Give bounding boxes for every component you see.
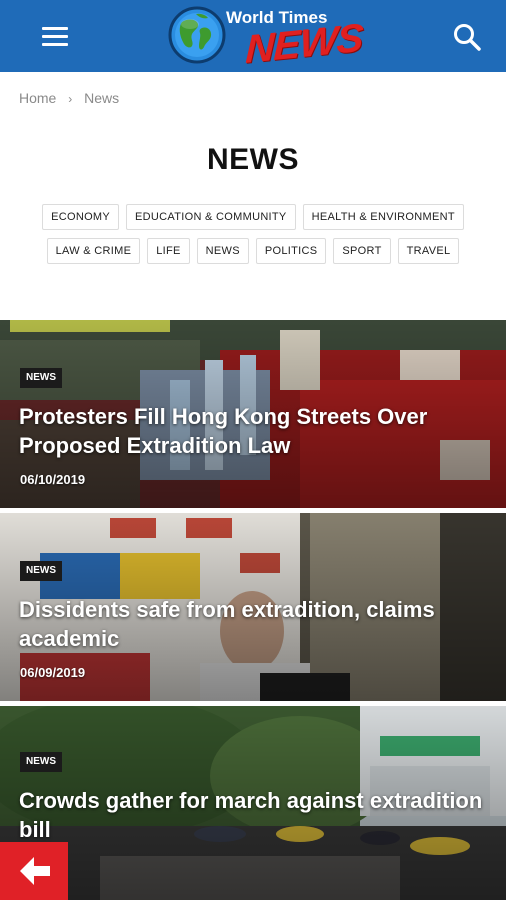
article-headline[interactable]: Crowds gather for march against extradit… (19, 786, 489, 844)
search-button[interactable] (450, 20, 484, 54)
back-button[interactable] (0, 842, 68, 900)
article-category-badge: NEWS (20, 561, 62, 581)
article-card[interactable]: NEWS Crowds gather for march against ext… (0, 706, 506, 900)
arrow-left-icon (20, 857, 50, 885)
top-app-bar: World Times NEWS (0, 0, 506, 72)
breadcrumb-separator-icon: › (68, 92, 73, 106)
article-headline[interactable]: Protesters Fill Hong Kong Streets Over P… (19, 402, 489, 460)
article-card[interactable]: NEWS Dissidents safe from extradition, c… (0, 513, 506, 701)
article-card[interactable]: NEWS Protesters Fill Hong Kong Streets O… (0, 320, 506, 508)
article-category-badge: NEWS (20, 752, 62, 772)
category-chip-politics[interactable]: POLITICS (255, 238, 327, 264)
category-chip-law-crime[interactable]: LAW & CRIME (46, 238, 141, 264)
category-chip-health-environment[interactable]: HEALTH & ENVIRONMENT (302, 204, 464, 230)
hamburger-menu-button[interactable] (38, 22, 72, 50)
article-date: 06/10/2019 (20, 472, 86, 487)
breadcrumb-current: News (84, 90, 120, 106)
category-chips-row-1: ECONOMY EDUCATION & COMMUNITY HEALTH & E… (0, 204, 506, 230)
search-icon (454, 24, 481, 51)
category-chip-travel[interactable]: TRAVEL (397, 238, 460, 264)
globe-icon (168, 6, 226, 64)
site-logo[interactable]: World Times NEWS (168, 4, 363, 72)
breadcrumb: Home › News (19, 90, 119, 106)
article-category-badge: NEWS (20, 368, 62, 388)
category-chip-life[interactable]: LIFE (147, 238, 190, 264)
category-chip-education-community[interactable]: EDUCATION & COMMUNITY (126, 204, 296, 230)
breadcrumb-home-link[interactable]: Home (19, 90, 56, 106)
category-chips-row-2: LAW & CRIME LIFE NEWS POLITICS SPORT TRA… (0, 238, 506, 264)
category-chip-economy[interactable]: ECONOMY (42, 204, 120, 230)
article-date: 06/09/2019 (20, 665, 86, 680)
hamburger-menu-icon (42, 27, 68, 30)
category-chip-news[interactable]: NEWS (196, 238, 249, 264)
article-headline[interactable]: Dissidents safe from extradition, claims… (19, 595, 489, 653)
page-title: NEWS (207, 143, 299, 176)
category-chip-sport[interactable]: SPORT (333, 238, 391, 264)
